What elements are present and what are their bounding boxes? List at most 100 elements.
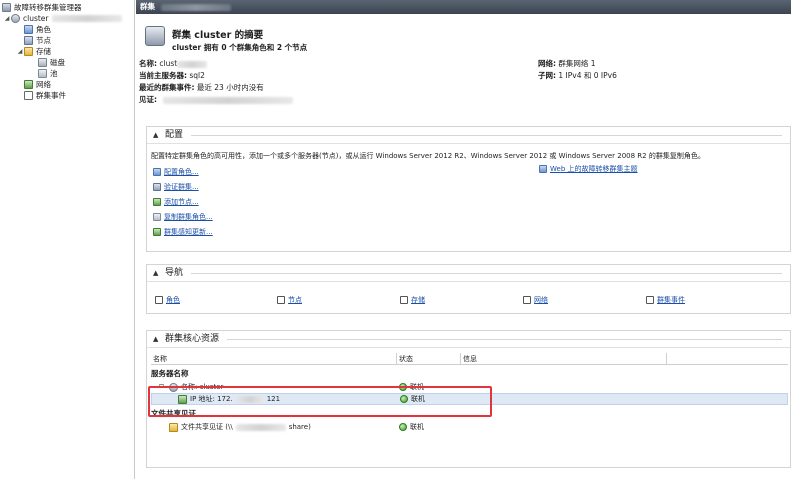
tree-item-disks[interactable]: 磁盘 xyxy=(0,57,134,68)
failover-manager-icon xyxy=(2,3,11,12)
cluster-name-cell: 名称: cluster xyxy=(181,383,224,391)
tree-item-storage[interactable]: ◢ 存储 xyxy=(0,46,134,57)
configure-description: 配置特定群集角色的高可用性，添加一个或多个服务器(节点)，或从运行 Window… xyxy=(151,152,705,160)
configure-header[interactable]: ▲ 配置 xyxy=(147,127,790,144)
online-status-icon xyxy=(399,383,407,391)
core-resources-title: 群集核心资源 xyxy=(165,333,220,344)
configure-role-icon xyxy=(153,168,161,176)
cluster-summary-icon xyxy=(145,26,165,46)
pane-titlebar: 群集 xyxy=(136,0,791,14)
link-arrow-icon xyxy=(646,296,654,304)
web-topics-link[interactable]: Web 上的故障转移群集主题 xyxy=(539,164,638,174)
ip-address-icon xyxy=(178,394,187,404)
redacted-domain xyxy=(51,15,122,22)
add-node-icon xyxy=(153,198,161,206)
file-share-icon xyxy=(169,422,178,432)
redacted-share xyxy=(235,423,286,431)
cluster-events-icon xyxy=(24,91,33,100)
collapse-arrow-icon[interactable]: ◢ xyxy=(16,46,24,57)
configure-section: ▲ 配置 配置特定群集角色的高可用性，添加一个或多个服务器(节点)，或从运行 W… xyxy=(146,126,791,252)
group-file-share-witness: 文件共享见证 xyxy=(151,409,196,418)
column-header-status[interactable]: 状态 xyxy=(397,353,461,365)
table-row-cluster-name[interactable]: ⊟ 名称: cluster 联机 xyxy=(151,381,788,393)
online-status-icon xyxy=(400,395,408,403)
nav-link-cluster-events[interactable]: 群集事件 xyxy=(646,295,685,305)
tree-item-label: 存储 xyxy=(36,47,51,56)
summary-network: 网络: 群集网络 1 xyxy=(538,59,596,68)
summary-subnet: 子网: 1 IPv4 和 0 IPv6 xyxy=(538,71,617,80)
nav-link-networks[interactable]: 网络 xyxy=(523,295,548,305)
redacted-title xyxy=(161,3,231,11)
storage-icon xyxy=(24,47,33,56)
file-share-suffix: share) xyxy=(288,423,311,431)
configure-title: 配置 xyxy=(165,129,184,140)
tree-cluster[interactable]: ◢ cluster xyxy=(0,13,134,24)
file-share-status: 联机 xyxy=(399,421,424,433)
redacted-name xyxy=(177,60,208,68)
ip-address-suffix: 121 xyxy=(266,395,281,403)
web-help-icon xyxy=(539,165,547,173)
navigate-title: 导航 xyxy=(165,267,184,278)
copy-roles-icon xyxy=(153,213,161,221)
tree-item-label: 池 xyxy=(50,69,58,78)
tree-item-networks[interactable]: 网络 xyxy=(0,79,134,90)
group-server-name: 服务器名称 xyxy=(151,369,189,378)
summary-title: 群集 cluster 的摘要 xyxy=(172,30,264,41)
ip-address-status: 联机 xyxy=(400,393,425,405)
server-name-icon xyxy=(169,382,178,392)
pane-title: 群集 xyxy=(140,2,155,11)
tree-item-pools[interactable]: 池 xyxy=(0,68,134,79)
redacted-witness xyxy=(163,96,294,104)
console-tree: 故障转移群集管理器 ◢ cluster 角色 节点 ◢ 存储 磁盘 池 网络 群… xyxy=(0,0,135,479)
network-icon xyxy=(24,80,33,89)
column-header-name[interactable]: 名称 xyxy=(151,353,397,365)
nodes-icon xyxy=(24,36,33,45)
core-resources-header[interactable]: ▲ 群集核心资源 xyxy=(147,331,790,348)
validate-cluster-action[interactable]: 验证群集... xyxy=(153,182,199,192)
table-row-ip-address[interactable]: IP 地址: 172. 121 联机 xyxy=(151,393,788,405)
nav-link-storage[interactable]: 存储 xyxy=(400,295,425,305)
redacted-ip xyxy=(235,395,264,403)
cluster-summary: 群集 cluster 的摘要 cluster 拥有 0 个群集角色和 2 个节点… xyxy=(138,18,788,116)
cluster-name-status: 联机 xyxy=(399,381,424,393)
table-row-file-share-witness[interactable]: 文件共享见证 (\\ share) 联机 xyxy=(151,421,788,433)
tree-item-label: 网络 xyxy=(36,80,51,89)
copy-roles-action[interactable]: 复制群集角色... xyxy=(153,212,213,222)
tree-root-label: 故障转移群集管理器 xyxy=(14,3,82,12)
tree-item-label: 节点 xyxy=(36,36,51,45)
tree-root[interactable]: 故障转移群集管理器 xyxy=(0,2,134,13)
update-arrow-icon xyxy=(153,228,161,236)
summary-name: 名称: clust xyxy=(139,58,208,69)
link-arrow-icon xyxy=(277,296,285,304)
nav-link-roles[interactable]: 角色 xyxy=(155,295,180,305)
tree-item-label: 群集事件 xyxy=(36,91,66,100)
collapse-chevron-icon[interactable]: ▲ xyxy=(153,331,165,348)
column-header-info[interactable]: 信息 xyxy=(461,353,667,365)
link-arrow-icon xyxy=(523,296,531,304)
collapse-arrow-icon[interactable]: ◢ xyxy=(3,13,11,24)
collapse-chevron-icon[interactable]: ▲ xyxy=(153,127,165,144)
cluster-icon xyxy=(11,14,20,23)
summary-host: 当前主服务器: sql2 xyxy=(139,71,205,80)
tree-item-roles[interactable]: 角色 xyxy=(0,24,134,35)
link-arrow-icon xyxy=(155,296,163,304)
expand-minus-icon[interactable]: ⊟ xyxy=(159,381,169,393)
tree-item-nodes[interactable]: 节点 xyxy=(0,35,134,46)
collapse-chevron-icon[interactable]: ▲ xyxy=(153,265,165,282)
navigate-header[interactable]: ▲ 导航 xyxy=(147,265,790,282)
link-arrow-icon xyxy=(400,296,408,304)
tree-item-cluster-events[interactable]: 群集事件 xyxy=(0,90,134,101)
summary-subtitle: cluster 拥有 0 个群集角色和 2 个节点 xyxy=(172,43,308,52)
configure-role-action[interactable]: 配置角色... xyxy=(153,167,199,177)
file-share-cell: 文件共享见证 (\\ xyxy=(181,423,233,431)
summary-witness: 见证: xyxy=(139,94,294,105)
roles-icon xyxy=(24,25,33,34)
nav-link-nodes[interactable]: 节点 xyxy=(277,295,302,305)
cluster-aware-updating-action[interactable]: 群集感知更新... xyxy=(153,227,213,237)
pool-icon xyxy=(38,69,47,78)
core-resources-section: ▲ 群集核心资源 名称 状态 信息 服务器名称 ⊟ 名称: cluster 联机… xyxy=(146,330,791,468)
add-node-action[interactable]: 添加节点... xyxy=(153,197,199,207)
tree-cluster-label: cluster xyxy=(23,14,49,23)
ip-address-cell: IP 地址: 172. xyxy=(190,395,233,403)
navigate-section: ▲ 导航 角色 节点 存储 网络 群集事件 xyxy=(146,264,791,314)
